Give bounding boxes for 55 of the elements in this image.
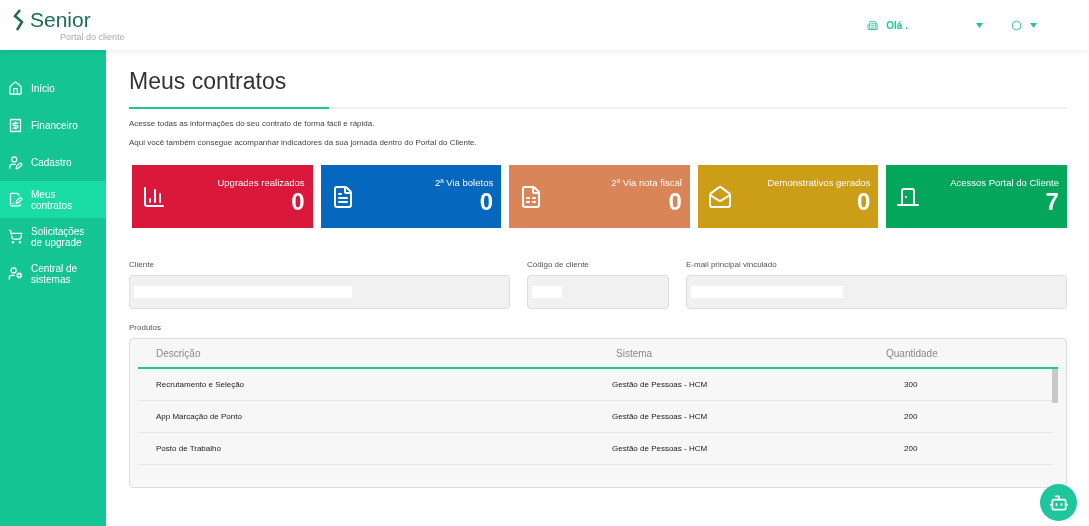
column-header: Sistema: [616, 347, 654, 359]
stat-value: 0: [668, 188, 682, 216]
stat-label: Demonstrativos gerados: [767, 177, 871, 188]
table-cell-text: 200: [904, 444, 919, 453]
table-cell-text: Gestão de Pessoas - HCM: [612, 412, 709, 421]
input-field[interactable]: [686, 275, 1067, 309]
greeting: Olá .: [886, 19, 908, 31]
scrollbar-thumb[interactable]: [1052, 369, 1058, 403]
input-field[interactable]: [129, 275, 510, 309]
stat-label: Acessos Portal do Cliente: [950, 177, 1059, 188]
table-cell-text: 200: [904, 412, 919, 421]
column-header: Descrição: [156, 347, 202, 359]
input-field[interactable]: [527, 275, 669, 309]
sidebar-item[interactable]: Cadastro: [31, 157, 72, 168]
settings-icon[interactable]: [1011, 19, 1022, 31]
sidebar-item[interactable]: Solicitações de upgrade: [31, 225, 91, 248]
section-label: Produtos: [129, 323, 163, 332]
stat-value: 0: [479, 188, 494, 216]
brand-name: Senior: [30, 8, 91, 32]
table-cell-text: Recrutamento e Seleção: [156, 380, 246, 389]
stat-label: 2ª Via nota fiscal: [611, 177, 682, 188]
field-label: Cliente: [129, 260, 155, 269]
stat-label: 2ª Via boletos: [434, 177, 494, 188]
table-cell-text: App Marcação de Ponto: [156, 412, 243, 421]
sidebar-item[interactable]: Financeiro: [31, 120, 78, 131]
building-icon: [867, 19, 879, 31]
intro-text: Aqui você também consegue acompanhar indicadores da sua jornada dentro do Portal do Cliente.: [129, 138, 478, 147]
page-title: Meus contratos: [129, 67, 288, 96]
table-cell-text: 300: [904, 380, 919, 389]
table-cell-text: Gestão de Pessoas - HCM: [612, 444, 709, 453]
field-label: Código de cliente: [527, 260, 590, 269]
receipt-icon: [8, 118, 23, 133]
column-header: Quantidade: [886, 347, 939, 359]
home-icon: [8, 81, 23, 96]
user-gear-icon: [8, 266, 23, 281]
sidebar-item[interactable]: Central de sistemas: [31, 262, 91, 285]
user-edit-icon: [8, 155, 23, 170]
intro-text: Acesse todas as informações do seu contrato de forma fácil e rápida.: [129, 119, 376, 128]
open-envelope-icon: [707, 184, 732, 209]
table-cell-text: Gestão de Pessoas - HCM: [612, 380, 709, 389]
caret-icon[interactable]: [976, 22, 983, 28]
stat-value: 0: [291, 188, 305, 216]
stat-value: 0: [857, 188, 871, 216]
cart-icon: [8, 229, 23, 244]
contract-icon: [8, 192, 23, 207]
logo-icon: [12, 9, 26, 31]
chatbot-button[interactable]: [1040, 484, 1077, 521]
bar-chart-icon: [142, 184, 166, 209]
caret-icon[interactable]: [1030, 22, 1037, 28]
table-cell-text: Posto de Trabalho: [156, 444, 222, 453]
stat-value: 7: [1045, 188, 1059, 216]
brand-subtitle: Portal do cliente: [60, 32, 125, 42]
sidebar-item[interactable]: Início: [31, 83, 55, 94]
stat-label: Upgrades realizados: [217, 177, 305, 188]
field-label: E-mail principal vinculado: [686, 260, 778, 269]
